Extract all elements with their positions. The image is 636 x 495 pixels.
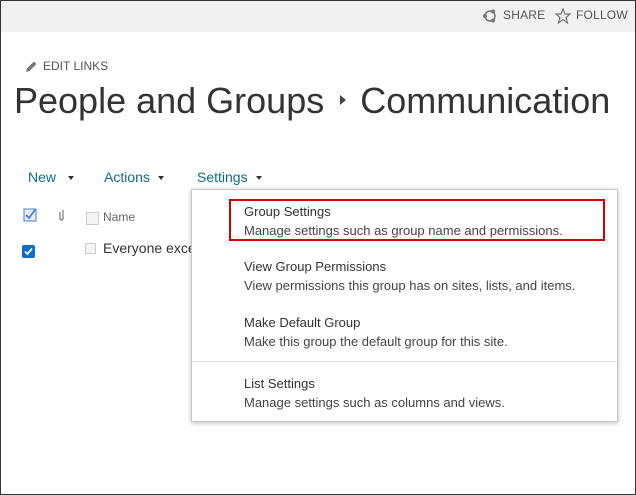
menu-item-view-group-permissions[interactable]: View Group Permissions View permissions …: [244, 257, 575, 295]
menu-item-list-settings[interactable]: List Settings Manage settings such as co…: [244, 374, 505, 412]
follow-button[interactable]: FOLLOW: [555, 8, 628, 24]
menu-item-title: Make Default Group: [244, 315, 361, 330]
name-column-header[interactable]: Name: [103, 210, 135, 224]
share-button[interactable]: SHARE: [482, 8, 545, 24]
select-all-checkbox-icon[interactable]: [22, 206, 39, 223]
menu-item-description: Manage settings such as columns and view…: [244, 395, 505, 410]
settings-label: Settings: [197, 169, 248, 185]
actions-menu-button[interactable]: Actions: [104, 169, 164, 185]
top-bar: SHARE FOLLOW: [1, 1, 635, 32]
edit-links-label: EDIT LINKS: [43, 59, 109, 73]
breadcrumb-group-name: Communication: [360, 80, 611, 121]
list-item-name[interactable]: Everyone exce: [103, 240, 196, 256]
share-icon: [483, 9, 496, 23]
row-item-checkbox[interactable]: [85, 243, 96, 254]
menu-item-description: View permissions this group has on sites…: [244, 278, 576, 293]
attachment-icon: [59, 210, 64, 221]
new-label: New: [28, 169, 57, 185]
breadcrumb-people-and-groups[interactable]: People and Groups: [14, 80, 324, 121]
follow-label: FOLLOW: [576, 8, 628, 23]
menu-item-description: Make this group the default group for th…: [244, 334, 508, 349]
settings-menu-button[interactable]: Settings: [197, 169, 262, 185]
breadcrumb-separator-icon: [340, 95, 347, 106]
chevron-down-icon: [68, 176, 75, 181]
actions-label: Actions: [104, 169, 150, 185]
new-menu-button[interactable]: New: [28, 169, 75, 185]
settings-dropdown-menu: Group Settings Manage settings such as g…: [191, 189, 618, 422]
menu-item-description: Manage settings such as group name and p…: [244, 223, 563, 238]
edit-links-button[interactable]: EDIT LINKS: [25, 59, 108, 73]
star-icon: [555, 8, 571, 24]
menu-item-title: View Group Permissions: [244, 259, 387, 274]
page-title: People and Groups Communication: [14, 80, 610, 122]
chevron-down-icon: [157, 176, 164, 181]
checkmark-icon: [24, 247, 33, 256]
menu-divider: [192, 361, 617, 362]
menu-item-title: List Settings: [244, 376, 315, 391]
menu-item-title: Group Settings: [244, 204, 331, 219]
header-checkbox[interactable]: [86, 212, 99, 225]
share-label: SHARE: [503, 8, 546, 23]
pencil-icon: [26, 61, 37, 73]
menu-item-group-settings[interactable]: Group Settings Manage settings such as g…: [244, 202, 563, 240]
menu-item-make-default-group[interactable]: Make Default Group Make this group the d…: [244, 313, 508, 351]
chevron-down-icon: [255, 176, 262, 181]
row-checkbox-checked[interactable]: [22, 245, 35, 258]
